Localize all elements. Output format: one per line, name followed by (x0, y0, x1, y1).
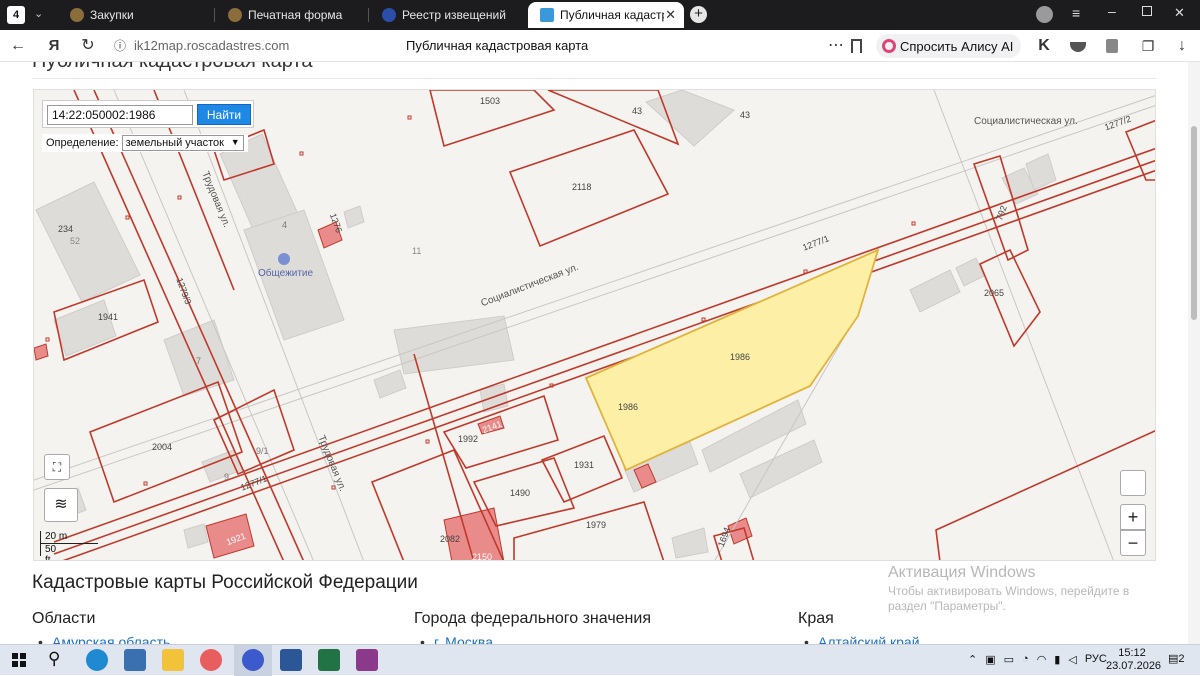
zoom-out-button[interactable]: − (1120, 530, 1146, 556)
battery-icon[interactable]: ▭ (1004, 653, 1014, 666)
wifi-icon[interactable]: ◠ (1037, 653, 1047, 666)
alice-icon (882, 39, 896, 53)
tab-zakupki[interactable]: Закупки (58, 2, 214, 28)
ask-alice-button[interactable]: Спросить Алису AI (876, 34, 1022, 58)
scrollbar-thumb[interactable] (1191, 126, 1197, 320)
column-heading: Края (798, 610, 834, 627)
cadastral-map[interactable]: 1503 43 43 2118 234 52 4 11 1941 1277/2 … (33, 89, 1156, 561)
alice-label: Спросить Алису AI (900, 38, 1014, 54)
column-heading: Области (32, 610, 96, 627)
divider (32, 78, 1156, 79)
search-icon[interactable]: ⚲ (48, 649, 60, 669)
windows-taskbar: ⚲ ⌃ ▣ ▭ ◔ ◠ ▮ ◁ РУС 15:12 23.07.2026 ▤2 (0, 644, 1200, 676)
reload-icon[interactable]: ↻ (78, 37, 98, 55)
clock-date: 23.07.2026 (1106, 660, 1162, 672)
tab-cadastral-map[interactable]: Публичная кадастрова ✕ (528, 2, 684, 28)
map-tool-button[interactable] (1120, 470, 1146, 496)
new-tab-plus-icon[interactable]: + (690, 6, 707, 23)
scale-imperial: 50 ft (40, 544, 64, 560)
tab-label: Реестр извещений (402, 8, 506, 22)
microphone-icon[interactable]: ▮ (1054, 653, 1060, 666)
file-explorer-icon[interactable] (162, 649, 184, 671)
profile-avatar-icon[interactable] (1036, 6, 1053, 23)
volume-icon[interactable]: ◁ (1068, 653, 1076, 666)
device-icon[interactable]: ▣ (985, 653, 995, 666)
cadastral-search-panel: Найти (42, 100, 254, 128)
fullscreen-icon[interactable]: ⛶ (44, 454, 70, 480)
tab-label: Публичная кадастрова (560, 8, 664, 22)
kinopoisk-icon[interactable]: K (1034, 37, 1054, 55)
bookmark-icon[interactable] (851, 39, 862, 53)
column-heading: Города федерального значения (414, 610, 651, 627)
cadastral-number-input[interactable] (47, 105, 193, 125)
page-heading: Публичная кадастровая карта (32, 62, 312, 73)
definition-label: Определение: (46, 137, 119, 149)
territory-link[interactable]: Алтайский край (804, 634, 919, 644)
extension-icon[interactable] (1106, 39, 1118, 53)
activation-watermark-text: Чтобы активировать Windows, перейдите в … (888, 584, 1130, 613)
back-arrow-icon[interactable]: ← (8, 37, 28, 55)
pocket-icon[interactable] (1070, 42, 1086, 52)
tab-print-form[interactable]: Печатная форма (216, 2, 368, 28)
tab-separator (214, 8, 215, 22)
tab-label: Печатная форма (248, 8, 343, 22)
map-site-icon (540, 8, 554, 22)
notifications-icon[interactable]: ▤2 (1168, 652, 1185, 665)
hostel-poi-icon[interactable] (278, 253, 290, 265)
download-icon[interactable]: ↓ (1172, 37, 1192, 55)
map-canvas[interactable] (34, 90, 1156, 561)
city-link[interactable]: г. Москва (420, 634, 493, 644)
tab-count-badge[interactable]: 4 (7, 6, 25, 24)
page-scrollbar[interactable] (1188, 62, 1200, 644)
clock[interactable]: 15:12 23.07.2026 (1106, 647, 1162, 673)
browser-tab-strip: 4 ⌄ Закупки Печатная форма Реестр извеще… (0, 0, 1200, 30)
layers-icon[interactable]: ≋ (44, 488, 78, 522)
window-close-icon[interactable]: ✕ (1174, 5, 1185, 21)
windows-start-icon[interactable] (12, 653, 26, 667)
emblem-icon (228, 8, 242, 22)
collections-icon[interactable]: ❐ (1138, 37, 1158, 55)
region-link[interactable]: Амурская область (38, 634, 170, 644)
app-icon[interactable] (200, 649, 222, 671)
yandex-browser-icon[interactable] (242, 649, 264, 671)
section-title: Кадастровые карты Российской Федерации (32, 572, 418, 593)
more-dots-icon[interactable]: ⋯ (826, 37, 846, 55)
tab-separator (368, 8, 369, 22)
find-button[interactable]: Найти (197, 104, 251, 125)
system-tray: ⌃ ▣ ▭ ◔ ◠ ▮ ◁ РУС (968, 653, 1107, 666)
scale-metric: 20 m (40, 531, 98, 544)
page-content: Публичная кадастровая карта (0, 62, 1188, 644)
page-title: Публичная кадастровая карта (406, 38, 589, 53)
maximize-icon[interactable] (1142, 6, 1152, 16)
definition-value: земельный участок (125, 137, 224, 149)
site-info-icon[interactable]: ⓘ (110, 37, 130, 55)
definition-row: Определение: земельный участок ▼ (42, 134, 248, 152)
chevron-down-icon: ▼ (230, 137, 240, 147)
menu-icon[interactable]: ≡ (1072, 5, 1080, 21)
tab-notice-registry[interactable]: Реестр извещений (370, 2, 524, 28)
tab-label: Закупки (90, 8, 134, 22)
yandex-logo-icon[interactable]: Я (44, 37, 64, 55)
address-bar: ← Я ↻ ⓘ ik12map.roscadastres.com Публичн… (0, 30, 1200, 62)
word-icon[interactable] (280, 649, 302, 671)
winrar-icon[interactable] (356, 649, 378, 671)
minimize-icon[interactable]: – (1108, 3, 1116, 19)
tab-list-chevron-icon[interactable]: ⌄ (34, 7, 43, 20)
zoom-in-button[interactable]: + (1120, 504, 1146, 530)
calculator-icon[interactable] (124, 649, 146, 671)
emblem-icon (70, 8, 84, 22)
notification-count: 2 (1178, 653, 1185, 665)
language-indicator[interactable]: РУС (1085, 653, 1107, 666)
url-field[interactable]: ik12map.roscadastres.com (134, 38, 289, 53)
activation-watermark-title: Активация Windows (888, 564, 1036, 581)
edge-browser-icon[interactable] (86, 649, 108, 671)
definition-select[interactable]: земельный участок ▼ (121, 135, 244, 151)
excel-icon[interactable] (318, 649, 340, 671)
close-icon[interactable]: ✕ (665, 7, 676, 23)
emblem-icon (382, 8, 396, 22)
chevron-up-icon[interactable]: ⌃ (968, 653, 977, 666)
map-scale: 20 m 50 ft (40, 531, 98, 560)
network-icon[interactable]: ◔ (1022, 653, 1029, 666)
clock-time: 15:12 (1118, 647, 1146, 659)
